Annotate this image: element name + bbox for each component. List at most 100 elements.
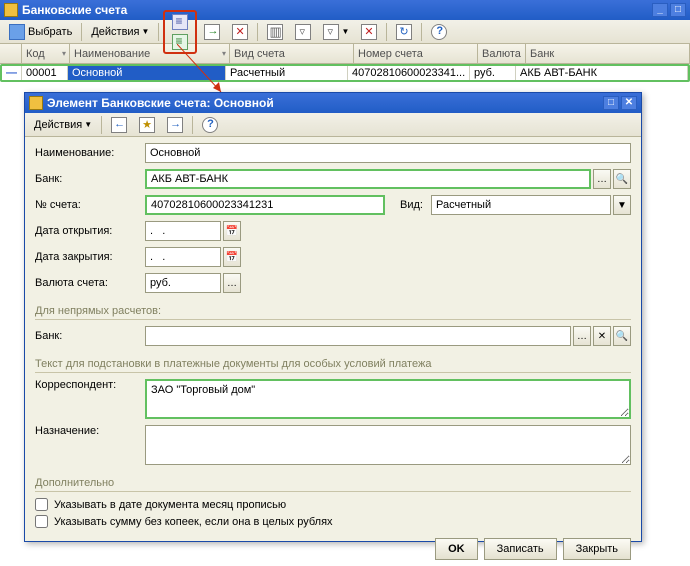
nav-back-button[interactable] <box>106 115 132 135</box>
child-body: Наименование: Банк: … 🔍 № счета: Вид: ▼ … <box>25 137 641 528</box>
label-indirect-bank: Банк: <box>35 330 145 342</box>
nav-fwd-button[interactable] <box>134 115 160 135</box>
close-date-input[interactable] <box>145 247 221 267</box>
col-bank[interactable]: Банк <box>526 44 690 63</box>
check-sum-row[interactable]: Указывать сумму без копеек, если она в ц… <box>35 515 631 528</box>
bank-input[interactable] <box>145 169 591 189</box>
open-calendar-button[interactable] <box>223 221 241 241</box>
col-currency[interactable]: Валюта <box>478 44 526 63</box>
section-indirect: Для непрямых расчетов: <box>35 299 631 320</box>
filter-icon <box>295 24 311 40</box>
label-close: Дата закрытия: <box>35 251 145 263</box>
forward-icon <box>167 117 183 133</box>
child-actions-button[interactable]: Действия ▼ <box>29 115 97 135</box>
actions-button[interactable]: Действия ▼ <box>86 22 154 42</box>
minimize-button[interactable]: _ <box>652 3 668 17</box>
select-button[interactable]: Выбрать <box>4 22 77 42</box>
ok-button[interactable]: OK <box>435 538 478 560</box>
check-month-row[interactable]: Указывать в дате документа месяц пропись… <box>35 498 631 511</box>
check-month[interactable] <box>35 498 48 511</box>
main-titlebar: Банковские счета _ □ <box>0 0 690 20</box>
name-input[interactable] <box>145 143 631 163</box>
separator <box>81 23 82 41</box>
row-number: 40702810600023341... <box>348 66 470 80</box>
label-name: Наименование: <box>35 147 145 159</box>
separator <box>192 116 193 134</box>
table-row[interactable]: — 00001 Основной Расчетный 4070281060002… <box>0 64 690 82</box>
currency-input[interactable] <box>145 273 221 293</box>
open-date-input[interactable] <box>145 221 221 241</box>
label-purpose: Назначение: <box>35 425 145 437</box>
row-name: Основной <box>68 66 226 80</box>
button-bar: OK Записать Закрыть <box>25 532 641 566</box>
main-toolbar: Выбрать Действия ▼ ▼ <box>0 20 690 44</box>
child-maximize-button[interactable]: □ <box>603 96 619 110</box>
delete-button[interactable] <box>227 22 253 42</box>
star-icon <box>139 117 155 133</box>
add-item-button[interactable] <box>167 12 193 32</box>
clear-filter-button[interactable] <box>356 22 382 42</box>
label-kind: Вид: <box>393 199 423 211</box>
col-mark[interactable] <box>0 44 22 63</box>
row-currency: руб. <box>470 66 516 80</box>
close-calendar-button[interactable] <box>223 247 241 267</box>
bank-pick-button[interactable]: … <box>593 169 611 189</box>
grid-header: Код▾ Наименование▾ Вид счета Номер счета… <box>0 44 690 64</box>
label-open: Дата открытия: <box>35 225 145 237</box>
currency-pick-button[interactable]: … <box>223 273 241 293</box>
kind-drop-button[interactable]: ▼ <box>613 195 631 215</box>
child-close-button[interactable]: ✕ <box>621 96 637 110</box>
nav-go-button[interactable] <box>162 115 188 135</box>
maximize-button[interactable]: □ <box>670 3 686 17</box>
columns-icon <box>267 24 283 40</box>
select-icon <box>9 24 25 40</box>
separator <box>386 23 387 41</box>
label-corr: Корреспондент: <box>35 379 145 391</box>
child-toolbar: Действия ▼ <box>25 113 641 137</box>
refresh-icon <box>396 24 412 40</box>
child-help-button[interactable] <box>197 115 223 135</box>
indirect-bank-input[interactable] <box>145 326 571 346</box>
row-bank: АКБ АВТ-БАНК <box>516 66 688 80</box>
separator <box>101 116 102 134</box>
actions-label: Действия <box>91 26 139 38</box>
help-button[interactable] <box>426 22 452 42</box>
chevron-down-icon: ▼ <box>142 27 150 36</box>
purpose-textarea[interactable] <box>145 425 631 465</box>
label-bank: Банк: <box>35 173 145 185</box>
separator <box>421 23 422 41</box>
row-code: 00001 <box>22 66 68 80</box>
close-button[interactable]: Закрыть <box>563 538 631 560</box>
copy-button[interactable] <box>199 22 225 42</box>
chevron-down-icon: ▼ <box>84 120 92 129</box>
child-window: Элемент Банковские счета: Основной □ ✕ Д… <box>24 92 642 542</box>
col-name[interactable]: Наименование▾ <box>70 44 230 63</box>
col-number[interactable]: Номер счета <box>354 44 478 63</box>
clear-icon <box>361 24 377 40</box>
filter-off-icon <box>323 24 339 40</box>
delete-icon <box>232 24 248 40</box>
check-sum[interactable] <box>35 515 48 528</box>
indirect-bank-search-button[interactable]: 🔍 <box>613 326 631 346</box>
filter-off-button[interactable]: ▼ <box>318 22 354 42</box>
refresh-button[interactable] <box>391 22 417 42</box>
help-icon <box>431 24 447 40</box>
section-extra: Дополнительно <box>35 471 631 492</box>
form-icon <box>29 96 43 110</box>
account-input[interactable] <box>145 195 385 215</box>
check-month-label: Указывать в дате документа месяц пропись… <box>54 499 286 511</box>
kind-input[interactable] <box>431 195 611 215</box>
bank-search-button[interactable]: 🔍 <box>613 169 631 189</box>
filter-button[interactable] <box>290 22 316 42</box>
corr-textarea[interactable] <box>145 379 631 419</box>
app-icon <box>4 3 18 17</box>
save-button[interactable]: Записать <box>484 538 557 560</box>
indirect-bank-clear-button[interactable]: ✕ <box>593 326 611 346</box>
indirect-bank-pick-button[interactable]: … <box>573 326 591 346</box>
columns-button[interactable] <box>262 22 288 42</box>
separator <box>257 23 258 41</box>
col-type[interactable]: Вид счета <box>230 44 354 63</box>
row-mark: — <box>2 66 22 80</box>
row-type: Расчетный <box>226 66 348 80</box>
col-code[interactable]: Код▾ <box>22 44 70 63</box>
